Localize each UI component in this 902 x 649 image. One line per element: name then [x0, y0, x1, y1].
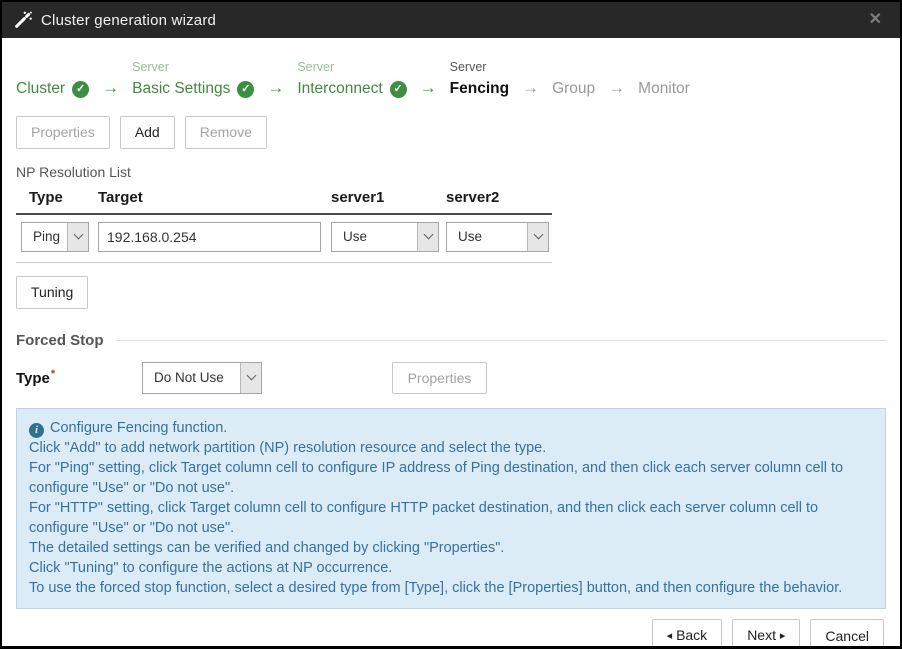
- window-title: Cluster generation wizard: [41, 12, 216, 29]
- footer-button-bar: ◂ Back Next ▸ Cancel: [2, 609, 900, 649]
- wizard-step-sublabel: [638, 58, 690, 77]
- required-asterisk: *: [51, 368, 55, 380]
- close-icon[interactable]: ✕: [865, 10, 886, 30]
- wizard-step-label: Basic Settings: [132, 77, 230, 101]
- chevron-down-icon: [240, 363, 261, 393]
- wizard-step: Monitor: [638, 58, 690, 101]
- next-arrow-icon: ▸: [780, 630, 786, 642]
- wizard-step-sublabel: Server: [450, 58, 509, 77]
- step-arrow-icon: →: [608, 75, 625, 101]
- info-icon: i: [29, 423, 44, 438]
- step-arrow-icon: →: [522, 75, 539, 101]
- chevron-down-icon: [67, 223, 88, 251]
- info-line: For "HTTP" setting, click Target column …: [29, 498, 873, 538]
- forced-stop-properties-button[interactable]: Properties: [392, 362, 487, 395]
- wizard-step: Server Interconnect ✓: [297, 58, 406, 101]
- np-toolbar: Properties Add Remove: [16, 116, 886, 149]
- step-arrow-icon: →: [267, 75, 284, 101]
- wizard-step: Server Fencing: [450, 58, 509, 101]
- step-complete-check-icon: ✓: [72, 81, 89, 98]
- info-lines: Click "Add" to add network partition (NP…: [29, 438, 873, 598]
- type-select[interactable]: Ping: [21, 222, 89, 252]
- wizard-step-sublabel: [16, 58, 89, 77]
- cancel-button[interactable]: Cancel: [810, 619, 884, 649]
- wizard-step: Server Basic Settings ✓: [132, 58, 254, 101]
- info-line: The detailed settings can be verified an…: [29, 538, 873, 558]
- wizard-step-label: Monitor: [638, 77, 690, 101]
- properties-button[interactable]: Properties: [16, 116, 110, 149]
- info-line: Click "Tuning" to configure the actions …: [29, 558, 873, 578]
- np-resolution-list-title: NP Resolution List: [16, 164, 886, 180]
- forced-stop-title: Forced Stop: [16, 332, 104, 349]
- np-resolution-table: Type Target server1 server2 Ping: [16, 189, 552, 263]
- table-row: Ping Use: [16, 215, 552, 263]
- server2-select[interactable]: Use: [446, 222, 549, 252]
- server1-select[interactable]: Use: [331, 222, 439, 252]
- wizard-step: Cluster ✓: [16, 58, 89, 101]
- column-header-server2: server2: [446, 189, 552, 206]
- target-input[interactable]: [98, 222, 321, 252]
- column-header-server1: server1: [331, 189, 446, 206]
- forced-stop-type-select[interactable]: Do Not Use: [142, 362, 262, 394]
- next-button[interactable]: Next ▸: [732, 619, 800, 649]
- step-arrow-icon: →: [102, 75, 119, 101]
- chevron-down-icon: [527, 223, 548, 251]
- np-table-body: Ping Use: [16, 215, 552, 263]
- back-button[interactable]: ◂ Back: [652, 619, 723, 649]
- wizard-step-sublabel: [552, 58, 595, 77]
- wizard-step: Group: [552, 58, 595, 101]
- column-header-target: Target: [98, 189, 331, 206]
- info-line: For "Ping" setting, click Target column …: [29, 458, 873, 498]
- info-heading-line: i Configure Fencing function.: [29, 418, 873, 438]
- forced-stop-type-label: Type*: [16, 368, 142, 387]
- info-heading: Configure Fencing function.: [50, 420, 227, 436]
- step-complete-check-icon: ✓: [390, 81, 407, 98]
- wizard-step-sublabel: Server: [132, 58, 254, 77]
- np-table-header-row: Type Target server1 server2: [16, 189, 552, 215]
- section-divider: [116, 340, 886, 341]
- info-line: To use the forced stop function, select …: [29, 578, 873, 598]
- info-box: i Configure Fencing function. Click "Add"…: [16, 408, 886, 609]
- forced-stop-type-row: Type* Do Not Use Properties: [16, 362, 886, 395]
- wizard-step-label: Cluster: [16, 77, 65, 101]
- info-line: Click "Add" to add network partition (NP…: [29, 438, 873, 458]
- wizard-step-sublabel: Server: [297, 58, 406, 77]
- back-arrow-icon: ◂: [667, 630, 673, 642]
- wizard-step-label: Group: [552, 77, 595, 101]
- magic-wand-icon: [14, 11, 32, 29]
- cluster-generation-wizard-dialog: Cluster generation wizard ✕ Cluster ✓ → …: [0, 0, 902, 649]
- dialog-content: Cluster ✓ → Server Basic Settings ✓ → Se…: [2, 38, 900, 609]
- tuning-button[interactable]: Tuning: [16, 276, 88, 309]
- forced-stop-section-header: Forced Stop: [16, 332, 886, 349]
- chevron-down-icon: [417, 223, 438, 251]
- title-bar: Cluster generation wizard ✕: [2, 2, 900, 38]
- wizard-step-label: Fencing: [450, 77, 509, 101]
- step-arrow-icon: →: [420, 75, 437, 101]
- step-complete-check-icon: ✓: [237, 81, 254, 98]
- wizard-step-label: Interconnect: [297, 77, 382, 101]
- wizard-steps: Cluster ✓ → Server Basic Settings ✓ → Se…: [16, 58, 886, 101]
- column-header-type: Type: [16, 189, 98, 206]
- remove-button[interactable]: Remove: [185, 116, 267, 149]
- add-button[interactable]: Add: [120, 116, 175, 149]
